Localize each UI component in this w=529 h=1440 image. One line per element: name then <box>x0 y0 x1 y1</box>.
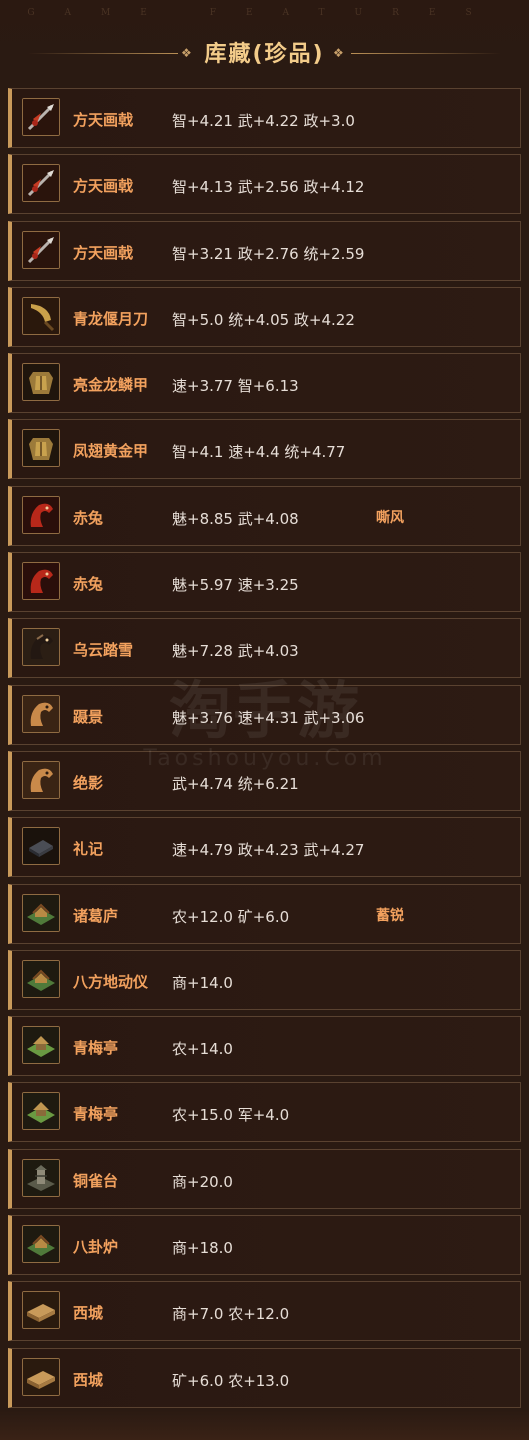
item-name: 八卦炉 <box>73 1238 119 1257</box>
item-name: 青梅亭 <box>73 1039 119 1058</box>
armor-icon <box>22 429 60 468</box>
tower-icon <box>22 1158 60 1197</box>
item-stats: 商+18.0 <box>172 1239 233 1258</box>
item-name: 青龙偃月刀 <box>73 309 149 328</box>
item-name: 铜雀台 <box>73 1171 119 1190</box>
item-stats: 智+4.1 速+4.4 统+4.77 <box>172 443 346 462</box>
item-name: 绝影 <box>73 773 104 792</box>
item-stats: 农+12.0 矿+6.0 <box>172 907 290 926</box>
item-name: 诸葛庐 <box>73 906 119 925</box>
item-name: 青梅亭 <box>73 1105 119 1124</box>
city-wall-icon <box>22 1291 60 1330</box>
page-title: 库藏(珍品) <box>204 42 325 67</box>
item-name: 礼记 <box>73 840 104 859</box>
list-item[interactable]: 八方地动仪 商+14.0 <box>8 949 521 1010</box>
item-stats: 魅+7.28 武+4.03 <box>172 642 299 661</box>
header-subtitle: GAME FEATURES <box>27 8 502 18</box>
building-icon <box>22 959 60 998</box>
item-stats: 智+4.13 武+2.56 政+4.12 <box>172 178 365 197</box>
list-item[interactable]: 铜雀台 商+20.0 <box>8 1148 521 1209</box>
black-horse-icon <box>22 628 60 667</box>
item-name: 赤兔 <box>73 575 104 594</box>
item-stats: 武+4.74 统+6.21 <box>172 774 299 793</box>
item-stats: 魅+5.97 速+3.25 <box>172 576 299 595</box>
list-item[interactable]: 绝影 武+4.74 统+6.21 <box>8 750 521 811</box>
city-wall-icon <box>22 1357 60 1396</box>
list-item[interactable]: 方天画戟 智+4.21 武+4.22 政+3.0 <box>8 88 521 148</box>
list-item[interactable]: 蹑景 魅+3.76 速+4.31 武+3.06 <box>8 684 521 745</box>
pavilion-icon <box>22 1092 60 1131</box>
item-stats: 魅+8.85 武+4.08 <box>172 509 299 528</box>
footer <box>0 1410 529 1440</box>
header: GAME FEATURES ❖ ❖ 库藏(珍品) <box>0 0 529 86</box>
item-stats: 智+4.21 武+4.22 政+3.0 <box>172 112 355 130</box>
armor-icon <box>22 363 60 402</box>
item-name: 方天画戟 <box>73 177 134 196</box>
list-item[interactable]: 方天画戟 智+3.21 政+2.76 统+2.59 <box>8 220 521 281</box>
halberd-icon <box>22 164 60 203</box>
list-item[interactable]: 赤兔 魅+5.97 速+3.25 <box>8 552 521 613</box>
glaive-icon <box>22 296 60 335</box>
list-item[interactable]: 青龙偃月刀 智+5.0 统+4.05 政+4.22 <box>8 286 521 347</box>
item-name: 八方地动仪 <box>73 972 149 991</box>
list-item[interactable]: 方天画戟 智+4.13 武+2.56 政+4.12 <box>8 154 521 215</box>
item-name: 乌云踏雪 <box>73 641 134 660</box>
list-item[interactable]: 乌云踏雪 魅+7.28 武+4.03 <box>8 618 521 679</box>
item-stats: 智+3.21 政+2.76 统+2.59 <box>172 244 365 263</box>
book-icon <box>22 827 60 866</box>
horse-icon <box>22 760 60 799</box>
item-name: 西城 <box>73 1370 104 1389</box>
item-name: 赤兔 <box>73 508 104 527</box>
item-stats: 农+14.0 <box>172 1040 233 1059</box>
list-item[interactable]: 赤兔 魅+8.85 武+4.08 嘶风 <box>8 485 521 546</box>
halberd-icon <box>22 230 60 269</box>
item-stats: 商+7.0 农+12.0 <box>172 1305 290 1324</box>
item-stats: 智+5.0 统+4.05 政+4.22 <box>172 310 355 329</box>
item-name: 方天画戟 <box>73 111 134 129</box>
item-name: 亮金龙鳞甲 <box>73 376 149 395</box>
list-item[interactable]: 亮金龙鳞甲 速+3.77 智+6.13 <box>8 353 521 414</box>
item-name: 凤翅黄金甲 <box>73 442 149 461</box>
item-stats: 魅+3.76 速+4.31 武+3.06 <box>172 708 365 727</box>
halberd-icon <box>22 98 60 136</box>
pavilion-icon <box>22 1026 60 1065</box>
building-icon <box>22 893 60 932</box>
building-icon <box>22 1225 60 1264</box>
list-item[interactable]: 诸葛庐 农+12.0 矿+6.0 蓄锐 <box>8 883 521 944</box>
list-item[interactable]: 西城 商+7.0 农+12.0 <box>8 1281 521 1342</box>
item-stats: 速+3.77 智+6.13 <box>172 377 299 396</box>
treasure-list: 方天画戟 智+4.21 武+4.22 政+3.0 方天画戟 智+4.13 武+2.56… <box>8 88 521 1414</box>
list-item[interactable]: 青梅亭 农+15.0 军+4.0 <box>8 1082 521 1143</box>
item-stats: 速+4.79 政+4.23 武+4.27 <box>172 841 365 860</box>
item-skill: 蓄锐 <box>376 907 404 924</box>
red-horse-icon <box>22 495 60 534</box>
list-item[interactable]: 八卦炉 商+18.0 <box>8 1215 521 1276</box>
item-stats: 矿+6.0 农+13.0 <box>172 1371 290 1390</box>
item-skill: 嘶风 <box>376 509 404 526</box>
list-item[interactable]: 西城 矿+6.0 农+13.0 <box>8 1347 521 1408</box>
item-name: 西城 <box>73 1304 104 1323</box>
horse-icon <box>22 694 60 733</box>
red-horse-icon <box>22 562 60 601</box>
item-name: 方天画戟 <box>73 243 134 262</box>
list-item[interactable]: 凤翅黄金甲 智+4.1 速+4.4 统+4.77 <box>8 419 521 480</box>
item-stats: 农+15.0 军+4.0 <box>172 1106 290 1125</box>
list-item[interactable]: 礼记 速+4.79 政+4.23 武+4.27 <box>8 817 521 878</box>
item-stats: 商+20.0 <box>172 1172 233 1191</box>
item-stats: 商+14.0 <box>172 973 233 992</box>
item-name: 蹑景 <box>73 707 104 726</box>
list-item[interactable]: 青梅亭 农+14.0 <box>8 1016 521 1077</box>
